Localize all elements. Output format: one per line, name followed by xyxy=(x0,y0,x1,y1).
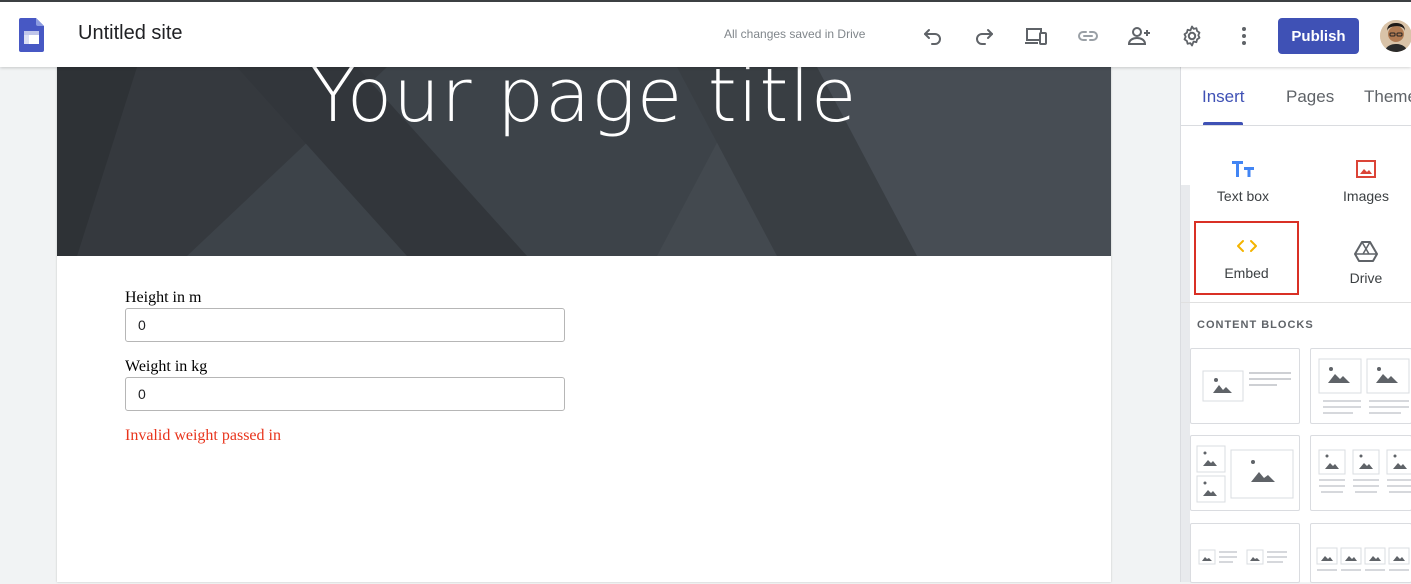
preview-devices-icon[interactable] xyxy=(1024,24,1048,48)
panel-tabs: Insert Pages Theme xyxy=(1181,67,1411,126)
redo-icon[interactable] xyxy=(972,24,996,48)
insert-images[interactable]: Images xyxy=(1315,142,1411,224)
embedded-form: Height in m Weight in kg Invalid weight … xyxy=(125,289,565,445)
content-block-four-images[interactable] xyxy=(1310,523,1411,583)
tab-pages[interactable]: Pages xyxy=(1286,87,1334,107)
image-icon xyxy=(1355,156,1377,182)
weight-input[interactable] xyxy=(125,377,565,411)
text-box-icon xyxy=(1231,156,1255,182)
avatar[interactable] xyxy=(1380,20,1411,52)
content-block-image-list[interactable] xyxy=(1190,523,1300,583)
content-block-image-text[interactable] xyxy=(1190,348,1300,424)
save-status: All changes saved in Drive xyxy=(724,27,866,41)
text-box-label: Text box xyxy=(1216,188,1270,204)
panel-scrollbar[interactable] xyxy=(1181,185,1190,582)
height-label: Height in m xyxy=(125,289,202,306)
insert-embed[interactable]: Embed xyxy=(1194,221,1299,295)
tab-insert[interactable]: Insert xyxy=(1202,87,1245,107)
sites-logo-icon[interactable] xyxy=(19,18,44,52)
undo-icon[interactable] xyxy=(921,24,945,48)
settings-gear-icon[interactable] xyxy=(1180,24,1204,48)
share-add-person-icon[interactable] xyxy=(1128,24,1152,48)
height-input[interactable] xyxy=(125,308,565,342)
side-panel: Insert Pages Theme Text box Images Embed… xyxy=(1180,67,1411,583)
drive-label: Drive xyxy=(1349,270,1383,286)
top-bar: Untitled site All changes saved in Drive… xyxy=(0,0,1411,67)
tab-themes[interactable]: Theme xyxy=(1364,87,1411,107)
publish-button[interactable]: Publish xyxy=(1278,18,1359,54)
active-tab-indicator xyxy=(1203,122,1243,125)
page-canvas[interactable]: Your page title Height in m Weight in kg… xyxy=(57,67,1111,582)
error-message: Invalid weight passed in xyxy=(125,427,281,444)
embed-label: Embed xyxy=(1224,265,1269,281)
weight-label: Weight in kg xyxy=(125,358,208,375)
site-title[interactable]: Untitled site xyxy=(78,22,183,45)
header-banner[interactable]: Your page title xyxy=(57,67,1111,256)
content-block-two-images[interactable] xyxy=(1310,348,1411,424)
embed-icon xyxy=(1236,233,1258,259)
insert-drive[interactable]: Drive xyxy=(1315,224,1411,306)
images-label: Images xyxy=(1343,188,1389,204)
more-vert-icon[interactable] xyxy=(1232,24,1256,48)
content-block-image-grid[interactable] xyxy=(1190,435,1300,511)
content-block-three-images[interactable] xyxy=(1310,435,1411,511)
drive-icon xyxy=(1354,238,1378,264)
content-blocks-heading: CONTENT BLOCKS xyxy=(1197,319,1314,331)
page-title[interactable]: Your page title xyxy=(57,67,1111,139)
panel-divider xyxy=(1181,302,1411,303)
link-icon[interactable] xyxy=(1076,24,1100,48)
insert-text-box[interactable]: Text box xyxy=(1192,142,1294,224)
